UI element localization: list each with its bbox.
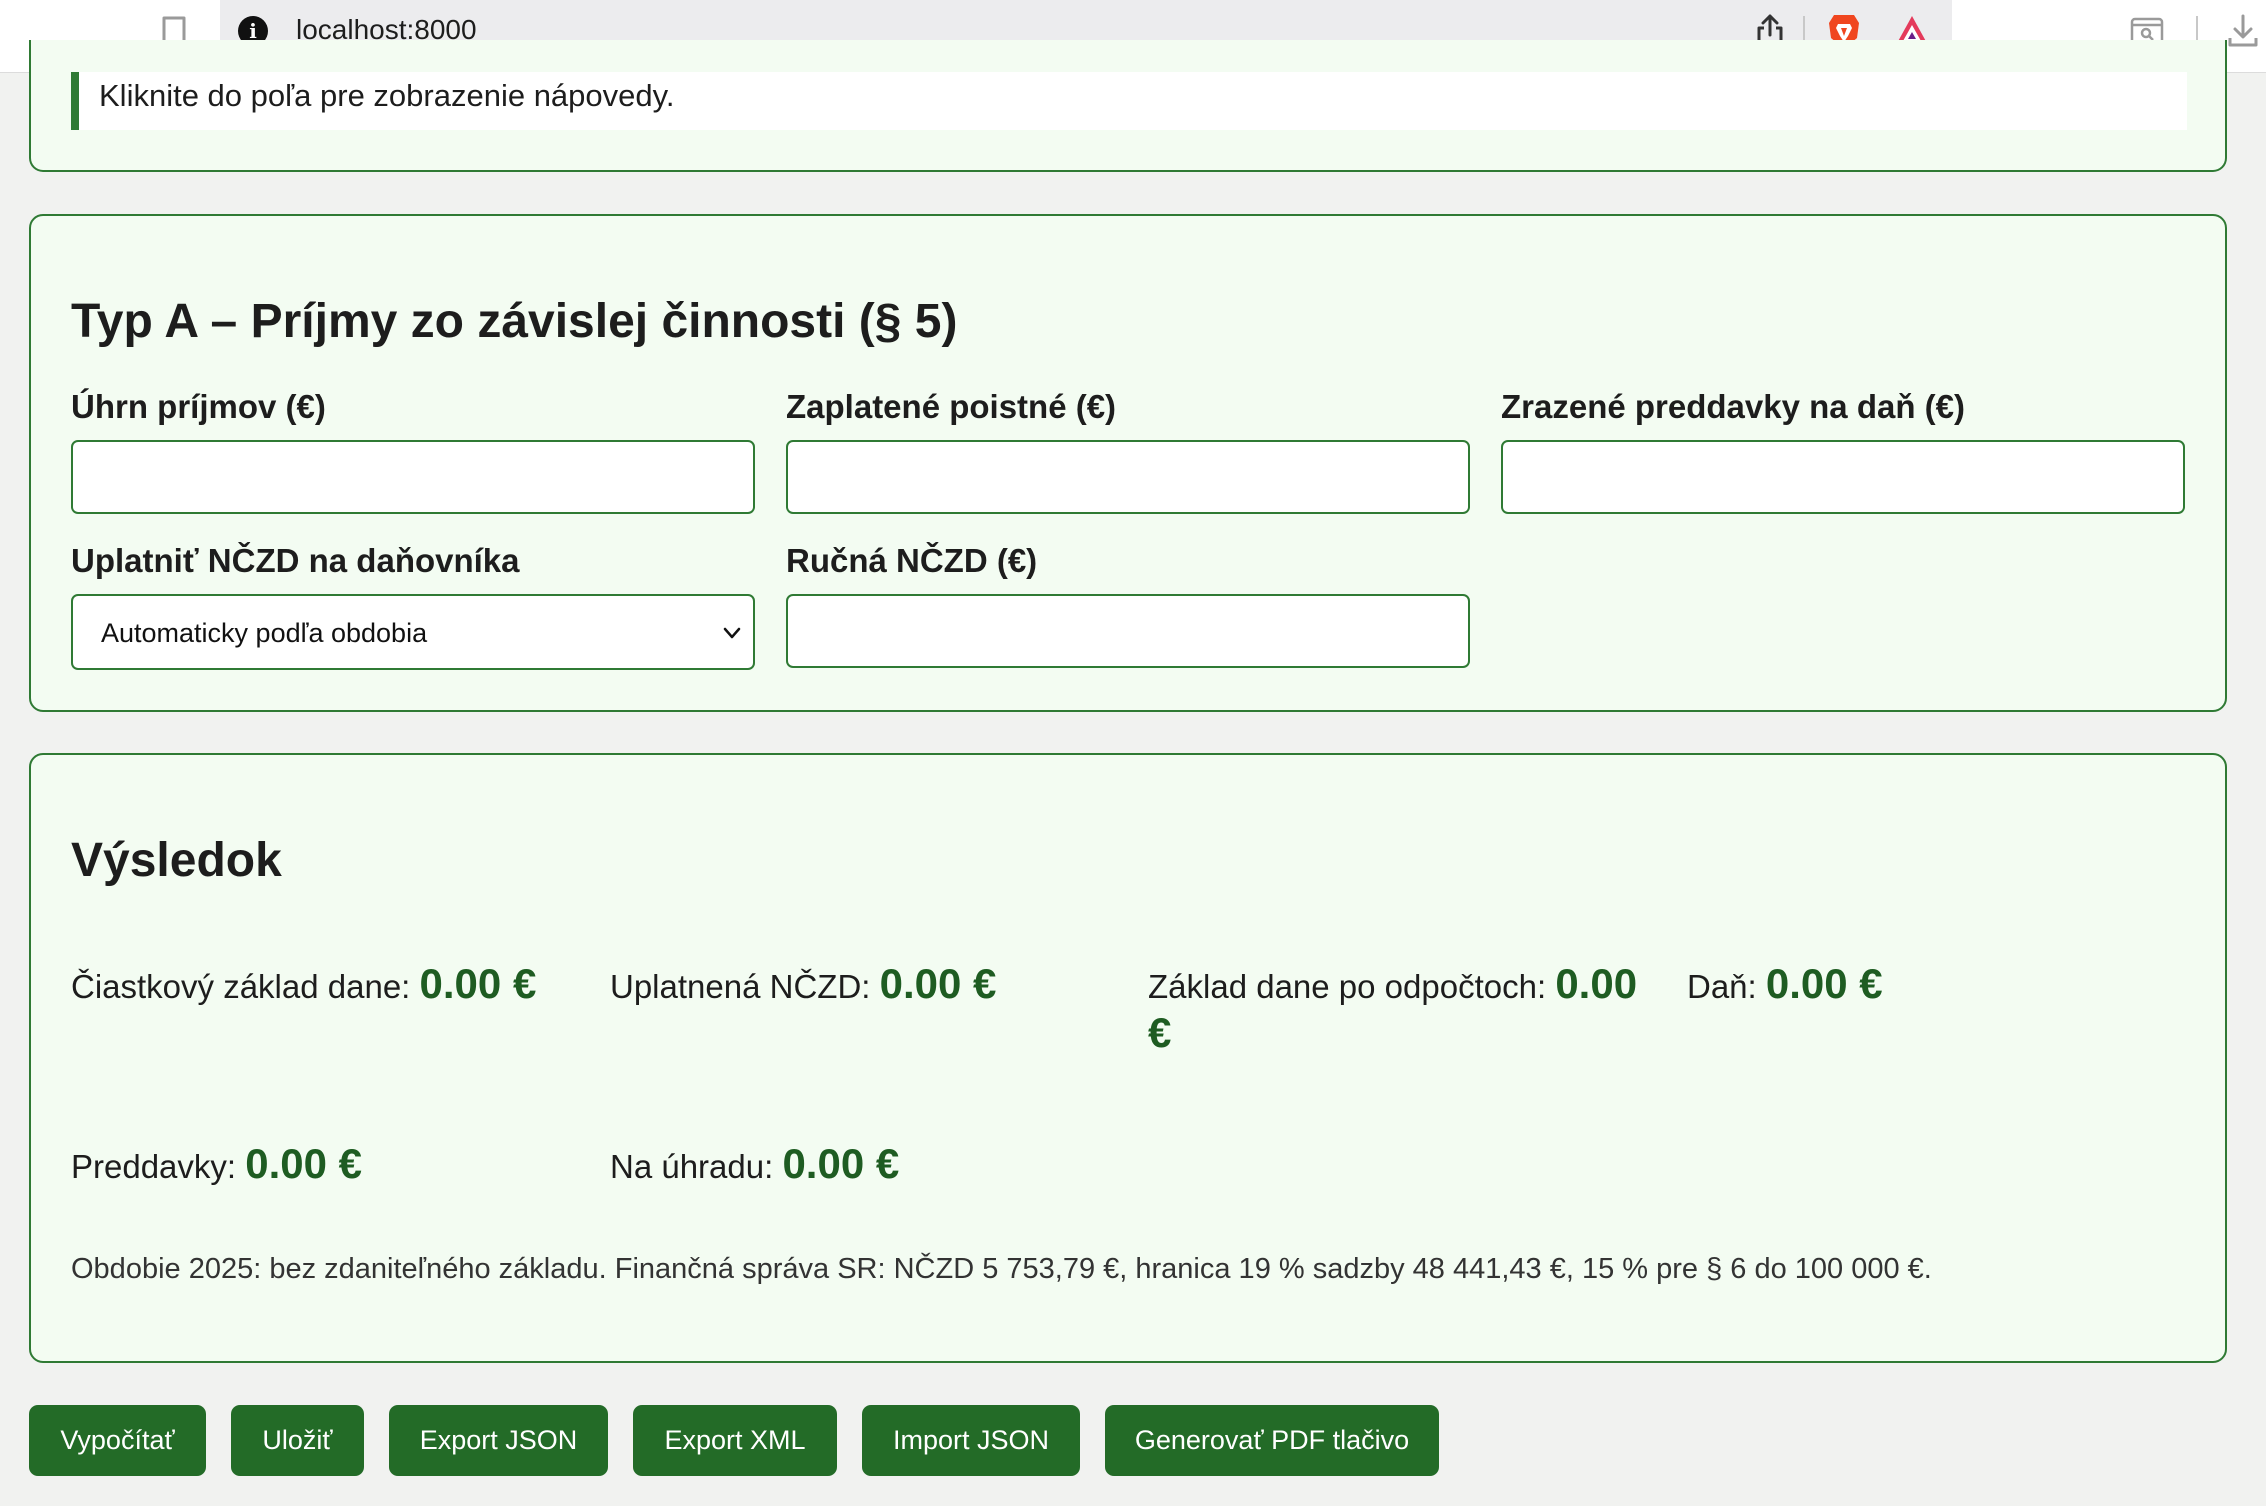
insurance-label: Zaplatené poistné (€) — [786, 388, 1117, 425]
insurance-input[interactable] — [786, 440, 1470, 514]
tax-value: 0.00 € — [1765, 960, 1883, 1007]
export-xml-button[interactable]: Export XML — [633, 1405, 837, 1476]
applied-nczd-value: 0.00 € — [879, 960, 997, 1007]
nczd-select[interactable]: Automaticky podľa obdobia — [71, 594, 755, 670]
prepayments-label: Preddavky: — [71, 1148, 237, 1185]
section-title: Typ A – Príjmy zo závislej činnosti (§ 5… — [71, 295, 958, 348]
result-panel: Výsledok Čiastkový základ dane: 0.00 € U… — [29, 753, 2227, 1363]
chevron-down-icon — [723, 627, 741, 639]
tax-label: Daň: — [1687, 968, 1757, 1005]
nczd-selected-value: Automaticky podľa obdobia — [101, 618, 428, 648]
advances-input[interactable] — [1501, 440, 2185, 514]
to-pay-result: Na úhradu: 0.00 € — [610, 1141, 899, 1190]
help-panel: Kliknite do poľa pre zobrazenie nápovedy… — [29, 40, 2227, 172]
base-after-result: Základ dane po odpočtoch: 0.00 € — [1148, 961, 1668, 1059]
income-label: Úhrn príjmov (€) — [71, 388, 326, 425]
partial-base-value: 0.00 € — [419, 960, 537, 1007]
generate-pdf-button[interactable]: Generovať PDF tlačivo — [1105, 1405, 1439, 1476]
prepayments-result: Preddavky: 0.00 € — [71, 1141, 362, 1190]
type-a-panel: Typ A – Príjmy zo závislej činnosti (§ 5… — [29, 214, 2227, 712]
advances-label: Zrazené preddavky na daň (€) — [1501, 388, 1965, 425]
income-input[interactable] — [71, 440, 755, 514]
manual-nczd-label: Ručná NČZD (€) — [786, 542, 1038, 579]
period-note: Obdobie 2025: bez zdaniteľného základu. … — [71, 1253, 1932, 1285]
applied-nczd-label: Uplatnená NČZD: — [610, 968, 871, 1005]
partial-base-result: Čiastkový základ dane: 0.00 € — [71, 961, 536, 1010]
download-icon[interactable] — [2226, 12, 2260, 50]
import-json-button[interactable]: Import JSON — [862, 1405, 1080, 1476]
help-text: Kliknite do poľa pre zobrazenie nápovedy… — [99, 78, 675, 113]
partial-base-label: Čiastkový základ dane: — [71, 968, 411, 1005]
prepayments-value: 0.00 € — [245, 1140, 363, 1187]
save-button[interactable]: Uložiť — [231, 1405, 364, 1476]
manual-nczd-input[interactable] — [786, 594, 1470, 668]
applied-nczd-result: Uplatnená NČZD: 0.00 € — [610, 961, 996, 1010]
to-pay-label: Na úhradu: — [610, 1148, 774, 1185]
to-pay-value: 0.00 € — [782, 1140, 900, 1187]
tax-result: Daň: 0.00 € — [1687, 961, 1883, 1010]
base-after-label: Základ dane po odpočtoch: — [1148, 968, 1547, 1005]
result-title: Výsledok — [71, 834, 282, 887]
export-json-button[interactable]: Export JSON — [389, 1405, 608, 1476]
nczd-label: Uplatniť NČZD na daňovníka — [71, 542, 520, 579]
help-box: Kliknite do poľa pre zobrazenie nápovedy… — [71, 72, 2187, 130]
calculate-button[interactable]: Vypočítať — [29, 1405, 206, 1476]
